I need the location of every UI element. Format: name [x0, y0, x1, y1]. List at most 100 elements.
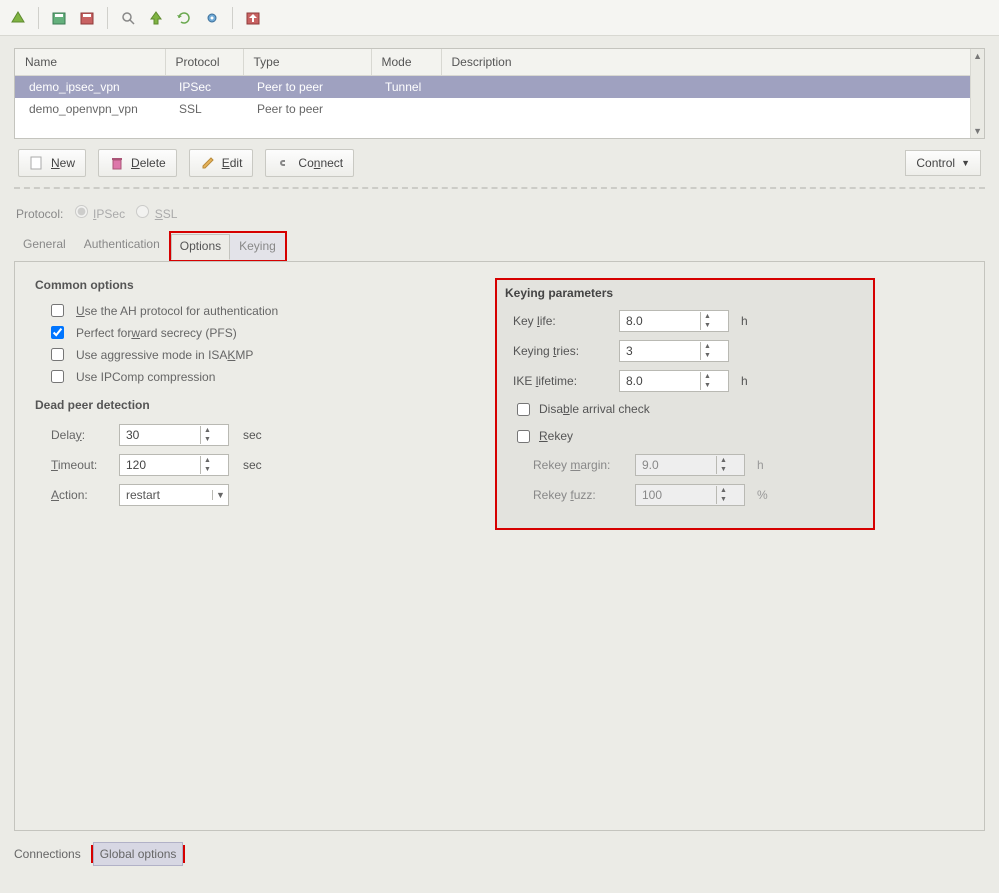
ckb-ipcomp[interactable] — [51, 370, 64, 383]
bottom-tab-bar: Connections Global options — [0, 839, 999, 869]
action-select[interactable]: restart ▼ — [119, 484, 229, 506]
tries-spinner[interactable]: ▲▼ — [619, 340, 729, 362]
scroll-down-icon[interactable]: ▼ — [973, 126, 982, 136]
keying-parameters-frame: Keying parameters Key life: ▲▼ h Keying … — [495, 278, 875, 530]
col-protocol[interactable]: Protocol — [165, 49, 243, 75]
rekey-fuzz-spinner: ▲▼ — [635, 484, 745, 506]
ike-unit: h — [741, 374, 748, 388]
rekey-fuzz-input — [636, 486, 716, 504]
bottom-tab-connections[interactable]: Connections — [8, 843, 87, 865]
pencil-icon — [200, 155, 216, 171]
cell-protocol: SSL — [165, 98, 243, 120]
ckb-ah[interactable] — [51, 304, 64, 317]
tries-input[interactable] — [620, 342, 700, 360]
dpd-title: Dead peer detection — [35, 398, 455, 412]
highlighted-tabs: Options Keying — [169, 231, 287, 261]
radio-ipsec[interactable] — [75, 205, 88, 218]
scroll-up-icon[interactable]: ▲ — [973, 51, 982, 61]
col-mode[interactable]: Mode — [371, 49, 441, 75]
lbl-ipcomp: Use IPComp compression — [76, 370, 215, 384]
timeout-input[interactable] — [120, 456, 200, 474]
delete-button[interactable]: Delete — [98, 149, 177, 177]
open-floppy-icon[interactable] — [47, 6, 71, 30]
cell-desc — [441, 98, 970, 120]
rekey-margin-label: Rekey margin: — [533, 458, 629, 472]
table-row[interactable]: demo_openvpn_vpn SSL Peer to peer — [15, 98, 970, 120]
action-value: restart — [126, 488, 160, 502]
link-icon — [276, 155, 292, 171]
new-icon — [29, 155, 45, 171]
action-row: New Delete Edit Connect Control ▼ — [14, 139, 985, 189]
cell-name: demo_ipsec_vpn — [15, 75, 165, 98]
vpn-table[interactable]: Name Protocol Type Mode Description demo… — [15, 49, 970, 138]
delay-input[interactable] — [120, 426, 200, 444]
tries-label: Keying tries: — [513, 344, 613, 358]
col-name[interactable]: Name — [15, 49, 165, 75]
keylife-spinner[interactable]: ▲▼ — [619, 310, 729, 332]
rekey-margin-input — [636, 456, 716, 474]
timeout-label: Timeout: — [51, 458, 111, 472]
new-button[interactable]: New — [18, 149, 86, 177]
gear-icon[interactable] — [200, 6, 224, 30]
rekey-margin-spinner: ▲▼ — [635, 454, 745, 476]
cell-name: demo_openvpn_vpn — [15, 98, 165, 120]
bottom-tab-global-options[interactable]: Global options — [93, 842, 184, 866]
up-arrow-green-icon[interactable] — [144, 6, 168, 30]
search-icon[interactable] — [116, 6, 140, 30]
cell-protocol: IPSec — [165, 75, 243, 98]
ike-label: IKE lifetime: — [513, 374, 613, 388]
tab-general[interactable]: General — [14, 232, 75, 262]
cell-type: Peer to peer — [243, 75, 371, 98]
col-description[interactable]: Description — [441, 49, 970, 75]
cell-mode: Tunnel — [371, 75, 441, 98]
delay-label: Delay: — [51, 428, 111, 442]
protocol-selector: Protocol: IPSec SSL — [14, 199, 985, 231]
tab-authentication[interactable]: Authentication — [75, 232, 169, 262]
save-floppy-icon[interactable] — [75, 6, 99, 30]
refresh-icon[interactable] — [172, 6, 196, 30]
timeout-spinner[interactable]: ▲▼ — [119, 454, 229, 476]
keylife-input[interactable] — [620, 312, 700, 330]
up-icon[interactable] — [6, 6, 30, 30]
separator — [232, 7, 233, 29]
control-label: Control — [916, 156, 955, 170]
export-icon[interactable] — [241, 6, 265, 30]
chevron-down-icon: ▼ — [212, 490, 228, 500]
radio-ssl[interactable] — [136, 205, 149, 218]
rekey-fuzz-unit: % — [757, 488, 768, 502]
cell-type: Peer to peer — [243, 98, 371, 120]
rekey-margin-unit: h — [757, 458, 764, 472]
chevron-down-icon: ▼ — [961, 158, 970, 168]
tab-keying[interactable]: Keying — [230, 234, 285, 260]
ike-input[interactable] — [620, 372, 700, 390]
connect-button[interactable]: Connect — [265, 149, 354, 177]
table-row[interactable]: demo_ipsec_vpn IPSec Peer to peer Tunnel — [15, 75, 970, 98]
edit-button[interactable]: Edit — [189, 149, 254, 177]
timeout-unit: sec — [243, 458, 262, 472]
ckb-pfs[interactable] — [51, 326, 64, 339]
rekey-fuzz-label: Rekey fuzz: — [533, 488, 629, 502]
keylife-label: Key life: — [513, 314, 613, 328]
delay-spinner[interactable]: ▲▼ — [119, 424, 229, 446]
keying-title: Keying parameters — [503, 284, 867, 306]
ckb-disable-arrival[interactable] — [517, 403, 530, 416]
highlighted-global-options: Global options — [91, 845, 186, 863]
options-panel: Common options Use the AH protocol for a… — [14, 261, 985, 831]
action-label: Action: — [51, 488, 111, 502]
ckb-aggressive[interactable] — [51, 348, 64, 361]
ckb-rekey[interactable] — [517, 430, 530, 443]
cell-mode — [371, 98, 441, 120]
tab-bar: General Authentication Options Keying — [14, 231, 985, 261]
control-dropdown[interactable]: Control ▼ — [905, 150, 981, 176]
protocol-label: Protocol: — [16, 207, 63, 221]
ike-spinner[interactable]: ▲▼ — [619, 370, 729, 392]
vpn-table-container: Name Protocol Type Mode Description demo… — [14, 48, 985, 139]
trash-icon — [109, 155, 125, 171]
table-scrollbar[interactable]: ▲ ▼ — [970, 49, 984, 138]
cell-desc — [441, 75, 970, 98]
tab-options[interactable]: Options — [171, 234, 230, 260]
col-type[interactable]: Type — [243, 49, 371, 75]
common-options-title: Common options — [35, 278, 455, 292]
separator — [107, 7, 108, 29]
delay-unit: sec — [243, 428, 262, 442]
